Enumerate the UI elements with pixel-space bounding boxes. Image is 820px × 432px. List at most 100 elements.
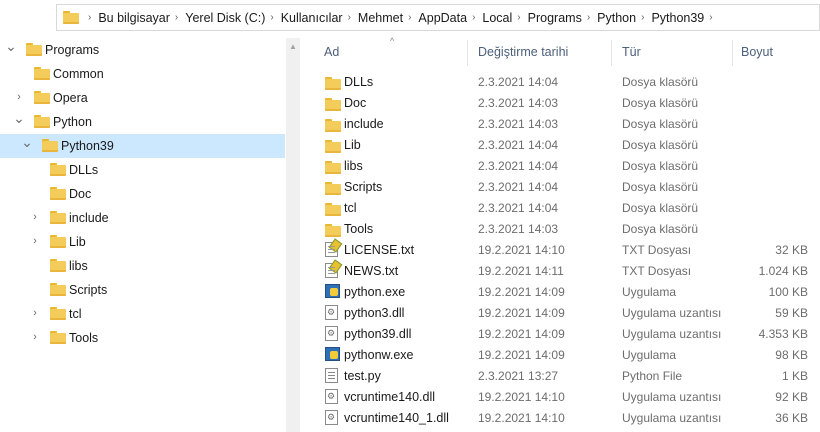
folder-icon (50, 283, 66, 296)
folder-icon (34, 91, 50, 104)
chevron-down-icon[interactable]: ⌄ (20, 134, 34, 151)
file-row[interactable]: libs 2.3.2021 14:04 Dosya klasörü (300, 155, 820, 176)
breadcrumb-chevron-icon[interactable]: › (587, 12, 590, 23)
tree-item-programs[interactable]: ⌄ Programs (0, 38, 285, 62)
tree-item-include[interactable]: › include (0, 206, 285, 230)
file-name: vcruntime140.dll (344, 390, 436, 404)
file-name: test.py (344, 369, 381, 383)
folder-icon (325, 202, 341, 217)
file-date: 19.2.2021 14:09 (478, 306, 565, 320)
file-type: Dosya klasörü (622, 180, 699, 194)
file-row[interactable]: NEWS.txt 19.2.2021 14:11 TXT Dosyası 1.024 … (300, 260, 820, 281)
file-size: 1 KB (781, 369, 808, 383)
folder-icon (325, 181, 341, 196)
file-name: libs (344, 159, 363, 173)
chevron-down-icon[interactable]: ⌄ (4, 38, 18, 55)
tree-item-python[interactable]: ⌄ Python (0, 110, 285, 134)
scroll-up-icon[interactable]: ▲ (289, 42, 297, 51)
column-header-date[interactable]: Değiştirme tarihi (478, 38, 568, 66)
chevron-down-icon[interactable]: ⌄ (12, 110, 26, 127)
file-name: python39.dll (344, 327, 412, 341)
file-type: Uygulama (622, 348, 677, 362)
file-type: Dosya klasörü (622, 96, 699, 110)
file-row[interactable]: Tools 2.3.2021 14:03 Dosya klasörü (300, 218, 820, 239)
breadcrumb-item[interactable]: AppData (418, 11, 467, 25)
file-list[interactable]: ^ Ad Değiştirme tarihi Tür Boyut DLLs 2.3… (300, 36, 820, 432)
breadcrumb-chevron-icon[interactable]: › (641, 12, 644, 23)
breadcrumb-chevron-icon[interactable]: › (517, 12, 520, 23)
file-row[interactable]: python3.dll 19.2.2021 14:09 Uygulama uzant… (300, 302, 820, 323)
breadcrumb-item[interactable]: Python (597, 11, 636, 25)
column-divider[interactable] (611, 40, 612, 66)
column-divider[interactable] (732, 40, 733, 66)
file-date: 19.2.2021 14:09 (478, 348, 565, 362)
tree-item-tools[interactable]: › Tools (0, 326, 285, 350)
breadcrumb-item[interactable]: Bu bilgisayar (98, 11, 170, 25)
navigation-tree[interactable]: ⌄ Programs Common › Opera ⌄ Python ⌄ Python39 DLL… (0, 38, 285, 432)
folder-icon (325, 160, 341, 175)
file-row[interactable]: include 2.3.2021 14:03 Dosya klasörü (300, 113, 820, 134)
file-row[interactable]: python39.dll 19.2.2021 14:09 Uygulama uzan… (300, 323, 820, 344)
breadcrumb-item[interactable]: Local (482, 11, 512, 25)
breadcrumb-chevron-icon[interactable]: › (270, 12, 273, 23)
tree-item-opera[interactable]: › Opera (0, 86, 285, 110)
file-type: Dosya klasörü (622, 138, 699, 152)
file-type: Dosya klasörü (622, 117, 699, 131)
folder-icon (50, 211, 66, 224)
file-row[interactable]: LICENSE.txt 19.2.2021 14:10 TXT Dosyası 32 … (300, 239, 820, 260)
tree-item-common[interactable]: Common (0, 62, 285, 86)
file-row[interactable]: Doc 2.3.2021 14:03 Dosya klasörü (300, 92, 820, 113)
breadcrumb-chevron-icon[interactable]: › (408, 12, 411, 23)
chevron-right-icon[interactable]: › (28, 331, 42, 343)
tree-item-label: Python (53, 115, 92, 129)
file-row[interactable]: python.exe 19.2.2021 14:09 Uygulama 100 KB (300, 281, 820, 302)
file-row[interactable]: vcruntime140.dll 19.2.2021 14:10 Uygulama … (300, 386, 820, 407)
breadcrumb-item[interactable]: Yerel Disk (C:) (185, 11, 265, 25)
breadcrumb-chevron-icon[interactable]: › (348, 12, 351, 23)
column-divider[interactable] (467, 40, 468, 66)
breadcrumb-item[interactable]: Kullanıcılar (281, 11, 343, 25)
tree-item-label: Scripts (69, 283, 108, 297)
file-row[interactable]: DLLs 2.3.2021 14:04 Dosya klasörü (300, 71, 820, 92)
breadcrumb-chevron-icon[interactable]: › (175, 12, 178, 23)
file-type: TXT Dosyası (622, 243, 692, 257)
chevron-right-icon[interactable]: › (28, 211, 42, 223)
file-row[interactable]: Scripts 2.3.2021 14:04 Dosya klasörü (300, 176, 820, 197)
file-type: TXT Dosyası (622, 264, 692, 278)
file-name: python.exe (344, 285, 406, 299)
tree-item-scripts[interactable]: Scripts (0, 278, 285, 302)
file-row[interactable]: pythonw.exe 19.2.2021 14:09 Uygulama 98 KB (300, 344, 820, 365)
breadcrumb-item[interactable]: Python39 (651, 11, 704, 25)
file-date: 19.2.2021 14:09 (478, 327, 565, 341)
tree-item-lib[interactable]: › Lib (0, 230, 285, 254)
chevron-right-icon[interactable]: › (28, 235, 42, 247)
file-name: Doc (344, 96, 367, 110)
file-date: 2.3.2021 14:04 (478, 138, 559, 152)
file-row[interactable]: tcl 2.3.2021 14:04 Dosya klasörü (300, 197, 820, 218)
chevron-right-icon[interactable]: › (28, 307, 42, 319)
address-bar[interactable]: › Bu bilgisayar › Yerel Disk (C:) › Kullanıcı… (56, 4, 820, 31)
file-row[interactable]: Lib 2.3.2021 14:04 Dosya klasörü (300, 134, 820, 155)
breadcrumb-item[interactable]: Mehmet (358, 11, 403, 25)
folder-icon (42, 139, 58, 152)
tree-item-libs[interactable]: libs (0, 254, 285, 278)
column-header-name[interactable]: Ad (324, 38, 339, 66)
column-header-size[interactable]: Boyut (741, 38, 773, 66)
column-header-type[interactable]: Tür (622, 38, 641, 66)
breadcrumb-chevron-icon[interactable]: › (472, 12, 475, 23)
dll-file-icon (325, 410, 338, 428)
file-row[interactable]: test.py 2.3.2021 13:27 Python File 1 KB (300, 365, 820, 386)
folder-icon (50, 163, 66, 176)
breadcrumb-item[interactable]: Programs (528, 11, 582, 25)
breadcrumb-chevron-icon[interactable]: › (709, 12, 712, 23)
tree-item-dlls[interactable]: DLLs (0, 158, 285, 182)
breadcrumb-chevron-icon[interactable]: › (88, 12, 91, 23)
tree-item-python39[interactable]: ⌄ Python39 (0, 134, 285, 158)
tree-item-doc[interactable]: Doc (0, 182, 285, 206)
file-name: NEWS.txt (344, 264, 399, 278)
chevron-right-icon[interactable]: › (12, 91, 26, 103)
file-size: 1.024 KB (758, 264, 808, 278)
tree-item-tcl[interactable]: › tcl (0, 302, 285, 326)
file-row[interactable]: vcruntime140_1.dll 19.2.2021 14:10 Uygulam… (300, 407, 820, 428)
tree-scrollbar[interactable]: ▲ (286, 38, 300, 432)
